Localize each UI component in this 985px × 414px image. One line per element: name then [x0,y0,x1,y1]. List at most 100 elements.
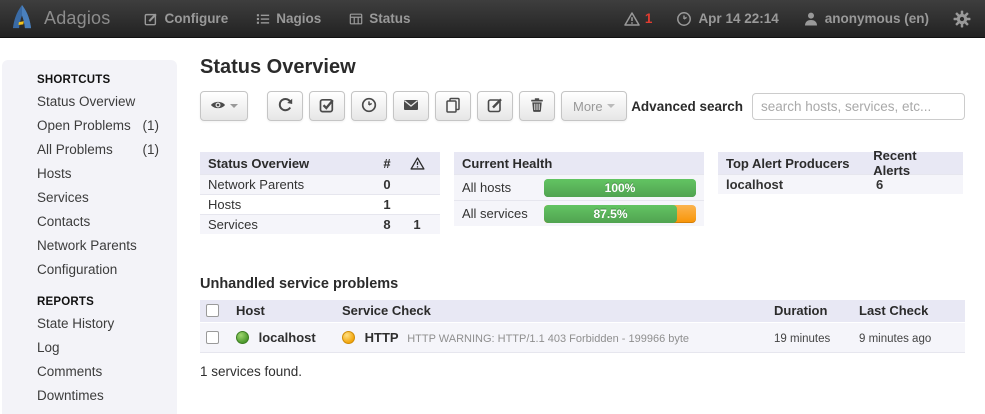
edit-square-icon [144,12,158,26]
row-label: All hosts [462,180,544,195]
menu-status[interactable]: Status [349,11,410,26]
sidebar-item-log[interactable]: Log [2,336,177,360]
current-health-panel: Current Health All hosts 100% All servic… [454,152,704,234]
sidebar-item-configuration[interactable]: Configuration [2,258,177,282]
services-health-bar: 87.5% [544,205,696,223]
health-row-all-hosts: All hosts 100% [454,174,704,200]
sidebar: SHORTCUTS Status Overview Open Problems … [2,60,177,414]
sidebar-item-downtimes[interactable]: Downtimes [2,384,177,408]
sidebar-item-label: Network Parents [37,237,137,255]
duration-column-header: Duration [768,300,853,322]
main-content: Status Overview [177,38,985,414]
notify-button[interactable] [393,91,429,121]
advanced-search-label: Advanced search [631,99,743,114]
sidebar-item-all-problems[interactable]: All Problems (1) [2,138,177,162]
edit-button[interactable] [477,91,513,121]
navbar-clock: Apr 14 22:14 [676,11,778,27]
status-row-hosts: Hosts 1 [200,194,440,214]
sidebar-item-hosts[interactable]: Hosts [2,162,177,186]
table-icon [349,12,363,26]
gear-icon [953,10,971,28]
row-checkbox[interactable] [206,331,219,344]
sidebar-item-open-problems[interactable]: Open Problems (1) [2,114,177,138]
chevron-down-icon [230,104,238,108]
duration-value: 19 minutes [774,333,830,345]
navbar-alerts[interactable]: 1 [624,11,653,27]
menu-configure[interactable]: Configure [144,11,228,26]
sidebar-item-label: State History [37,315,114,333]
trash-icon [529,97,545,116]
hosts-health-bar-fill: 100% [544,179,696,197]
results-count-text: 1 services found. [200,364,965,379]
sidebar-item-state-history[interactable]: State History [2,312,177,336]
schedule-button[interactable] [351,91,387,121]
copy-button[interactable] [435,91,471,121]
unhandled-problems-title: Unhandled service problems [200,276,965,292]
search-input[interactable] [752,93,965,120]
services-health-bar-fill: 87.5% [544,205,677,223]
service-link[interactable]: HTTP [365,330,399,345]
host-up-status-icon [236,331,249,344]
acknowledge-button[interactable] [309,91,345,121]
recent-alerts-header: Recent Alerts [873,148,955,178]
sidebar-item-comments[interactable]: Comments [2,360,177,384]
problem-row: localhost HTTP HTTP WARNING: HTTP/1.1 40… [200,322,965,352]
sidebar-item-count: (1) [143,117,160,135]
sidebar-item-label: Open Problems [37,117,131,135]
brand[interactable]: Adagios [10,4,110,33]
row-label[interactable]: Network Parents [208,177,372,192]
list-icon [256,12,270,26]
row-count: 0 [372,177,402,192]
advanced-search: Advanced search [631,93,965,120]
chevron-down-icon [607,104,615,108]
brand-name: Adagios [44,8,110,29]
user-icon [803,11,819,27]
sidebar-item-label: Contacts [37,213,90,231]
menu-nagios-label: Nagios [276,11,321,26]
view-options-button[interactable] [200,91,248,121]
sidebar-item-label: Log [37,339,60,357]
refresh-button[interactable] [267,91,303,121]
adagios-logo-icon [10,4,34,33]
row-label[interactable]: Hosts [208,197,372,212]
navbar-right: 1 Apr 14 22:14 anonymous (en) [624,10,971,28]
copy-icon [445,97,461,116]
sidebar-item-label: All Problems [37,141,113,159]
delete-button[interactable] [519,91,555,121]
menu-configure-label: Configure [164,11,228,26]
host-link[interactable]: localhost [259,330,316,345]
alert-host-link[interactable]: localhost [726,177,876,192]
envelope-icon [403,97,419,116]
refresh-icon [277,97,293,116]
alert-count-badge: 1 [645,11,653,26]
row-label: All services [462,206,544,221]
clock-icon [676,11,692,27]
user-menu[interactable]: anonymous (en) [803,11,929,27]
health-panel-title: Current Health [462,156,552,171]
eye-icon [210,97,226,116]
status-overview-panel: Status Overview # Network Parents 0 [200,152,440,234]
row-label[interactable]: Services [208,217,372,232]
last-check-column-header: Last Check [853,300,965,322]
sidebar-item-contacts[interactable]: Contacts [2,210,177,234]
alert-count-value: 6 [876,177,883,192]
select-all-checkbox[interactable] [206,304,219,317]
main-menu: Configure Nagios Status [144,11,410,26]
menu-nagios[interactable]: Nagios [256,11,321,26]
navbar-datetime: Apr 14 22:14 [698,11,778,26]
warning-triangle-icon [624,11,640,27]
menu-status-label: Status [369,11,410,26]
sidebar-item-label: Comments [37,363,102,381]
toolbar: More Advanced search [200,91,965,121]
check-square-icon [319,97,335,116]
health-row-all-services: All services 87.5% [454,200,704,226]
settings-button[interactable] [953,10,971,28]
page-title: Status Overview [200,55,965,79]
more-button[interactable]: More [561,91,627,121]
bar-value: 100% [605,181,636,195]
sidebar-item-network-parents[interactable]: Network Parents [2,234,177,258]
row-count: 1 [372,197,402,212]
sidebar-item-services[interactable]: Services [2,186,177,210]
sidebar-section-reports: REPORTS [2,282,177,312]
sidebar-item-status-overview[interactable]: Status Overview [2,90,177,114]
